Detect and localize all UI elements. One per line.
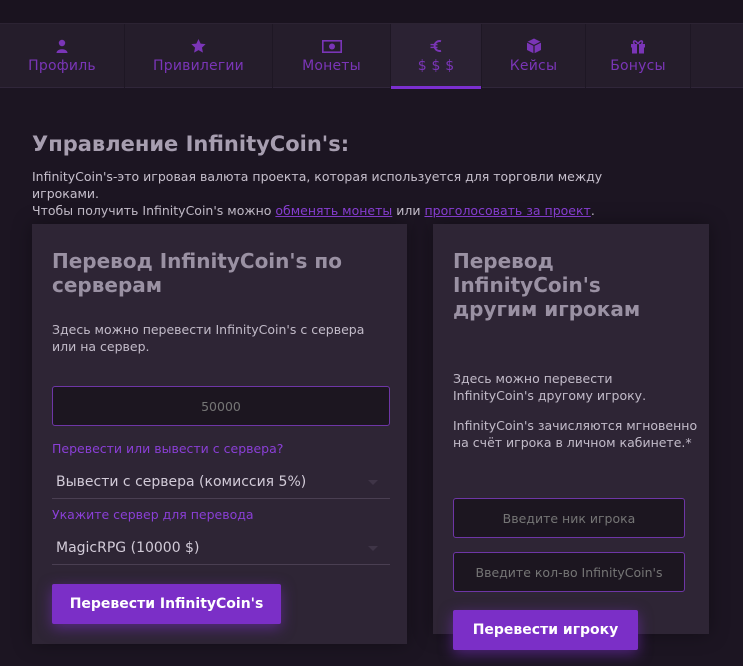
chevron-down-icon: [368, 545, 378, 551]
tab-cases[interactable]: Кейсы: [482, 24, 586, 88]
transfer-to-player-button[interactable]: Перевести игроку: [453, 610, 638, 650]
tab-label: Монеты: [302, 58, 361, 74]
intro-text: InfinityCoin's-это игровая валюта проект…: [32, 168, 672, 219]
star-icon: [191, 38, 206, 54]
player-transfer-title: Перевод InfinityCoin's другим игрокам: [453, 249, 641, 321]
intro-prefix: Чтобы получить InfinityCoin's можно: [32, 203, 276, 218]
tab-bonuses[interactable]: Бонусы: [586, 24, 691, 88]
tab-label: Кейсы: [509, 58, 558, 74]
vote-project-link[interactable]: проголосовать за проект: [424, 203, 590, 218]
transfer-coins-button[interactable]: Перевести InfinityCoin's: [52, 584, 281, 624]
tab-label: Бонусы: [610, 58, 666, 74]
page-title: Управление InfinityCoin's:: [32, 132, 350, 156]
user-icon: [56, 38, 68, 54]
gift-icon: [630, 38, 646, 54]
server-label: Укажите сервер для перевода: [52, 507, 254, 522]
player-transfer-description: Здесь можно перевести InfinityCoin's дру…: [453, 371, 647, 403]
tabs-filler: [691, 24, 743, 87]
tab-profile[interactable]: Профиль: [0, 24, 125, 88]
intro-line-links: Чтобы получить InfinityCoin's можно обме…: [32, 202, 672, 219]
euro-icon: [430, 38, 442, 54]
tab-label: Привилегии: [153, 58, 244, 74]
player-transfer-note: InfinityCoin's зачисляются мгновенно на …: [453, 418, 698, 450]
tab-label: $ $ $: [417, 58, 455, 74]
server-value: MagicRPG (10000 $): [56, 539, 200, 556]
player-amount-input[interactable]: [453, 552, 685, 592]
banknote-icon: [321, 38, 342, 54]
top-bar: [0, 0, 743, 24]
profile-tabs: Профиль Привилегии Монеты $ $ $ Кейсы Бо…: [0, 24, 743, 89]
intro-end: .: [590, 203, 595, 218]
server-transfer-title: Перевод InfinityCoin's по серверам: [52, 249, 342, 297]
intro-mid: или: [392, 203, 425, 218]
player-transfer-card: Перевод InfinityCoin's другим игрокам Зд…: [433, 224, 709, 650]
direction-value: Вывести с сервера (комиссия 5%): [56, 473, 307, 490]
server-transfer-description: Здесь можно перевести InfinityCoin's с с…: [52, 322, 365, 354]
tab-coins[interactable]: Монеты: [273, 24, 391, 88]
server-transfer-card: Перевод InfinityCoin's по серверам Здесь…: [32, 224, 407, 644]
chevron-down-icon: [368, 479, 378, 485]
direction-label: Перевести или вывести с сервера?: [52, 441, 284, 456]
server-select[interactable]: MagicRPG (10000 $): [52, 531, 390, 565]
direction-select[interactable]: Вывести с сервера (комиссия 5%): [52, 465, 390, 499]
coin-amount-input[interactable]: [52, 386, 390, 426]
player-nick-input[interactable]: [453, 498, 685, 538]
exchange-coins-link[interactable]: обменять монеты: [275, 203, 392, 218]
tab-money[interactable]: $ $ $: [391, 24, 482, 89]
box-icon: [526, 38, 542, 54]
tab-label: Профиль: [28, 58, 96, 74]
tab-privileges[interactable]: Привилегии: [125, 24, 273, 88]
intro-line: InfinityCoin's-это игровая валюта проект…: [32, 169, 603, 201]
